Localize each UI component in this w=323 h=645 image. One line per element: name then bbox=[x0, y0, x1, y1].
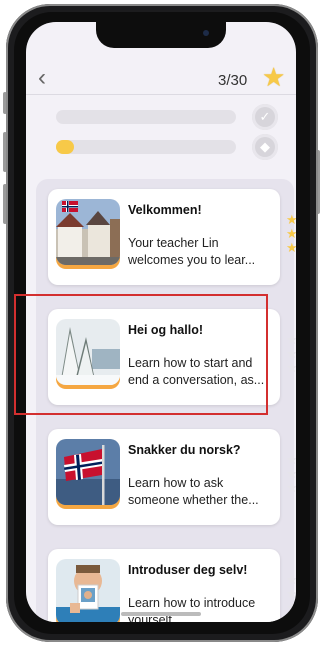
lesson-card[interactable]: Snakker du norsk? Learn how to ask someo… bbox=[48, 429, 280, 525]
star-empty-icon: ★ bbox=[286, 360, 296, 375]
badge-icon[interactable]: ◆ bbox=[252, 134, 278, 160]
lesson-stars: ★ ★ ★ bbox=[286, 333, 296, 375]
star-empty-icon: ★ bbox=[286, 480, 296, 495]
back-icon[interactable]: ‹ bbox=[38, 64, 46, 92]
selection-highlight bbox=[14, 294, 268, 415]
star-icon: ★ bbox=[286, 226, 296, 241]
lesson-title: Introduser deg selv! bbox=[128, 563, 248, 577]
progress-bar-1 bbox=[56, 110, 236, 124]
lesson-description: Your teacher Lin welcomes you to lear... bbox=[128, 236, 256, 267]
lesson-card[interactable]: Velkommen! Your teacher Lin welcomes you… bbox=[48, 189, 280, 285]
lesson-title: Velkommen! bbox=[128, 203, 202, 217]
bergen-street-flag-photo bbox=[56, 199, 120, 265]
man-with-photo-photo bbox=[56, 559, 120, 622]
progress-bar-2-fill bbox=[56, 140, 74, 154]
header: ‹ 3/30 ★ bbox=[26, 62, 296, 106]
star-empty-icon: ★ bbox=[286, 600, 296, 615]
lesson-stars: ★ ★ ★ bbox=[286, 213, 296, 255]
check-badge-icon[interactable]: ✓ bbox=[252, 104, 278, 130]
progress-bar-2 bbox=[56, 140, 236, 154]
star-empty-icon: ★ bbox=[286, 572, 296, 587]
star-icon: ★ bbox=[286, 240, 296, 255]
star-empty-icon: ★ bbox=[286, 346, 296, 361]
lesson-progress-count: 3/30 bbox=[218, 72, 248, 89]
star-empty-icon: ★ bbox=[286, 466, 296, 481]
star-empty-icon: ★ bbox=[286, 586, 296, 601]
header-divider bbox=[26, 94, 296, 95]
lesson-description: Learn how to introduce yourself. bbox=[128, 596, 256, 622]
norwegian-flag-photo bbox=[56, 439, 120, 505]
lesson-description: Learn how to ask someone whether the... bbox=[128, 476, 259, 507]
star-icon: ★ bbox=[286, 212, 296, 227]
star-icon: ★ bbox=[262, 62, 286, 92]
star-empty-icon: ★ bbox=[286, 332, 296, 347]
star-empty-icon: ★ bbox=[286, 452, 296, 467]
lesson-title: Snakker du norsk? bbox=[128, 443, 241, 457]
camera-icon bbox=[203, 30, 209, 36]
lesson-stars: ★ ★ ★ bbox=[286, 573, 296, 615]
home-indicator bbox=[121, 612, 201, 616]
lesson-stars: ★ ★ ★ bbox=[286, 453, 296, 495]
